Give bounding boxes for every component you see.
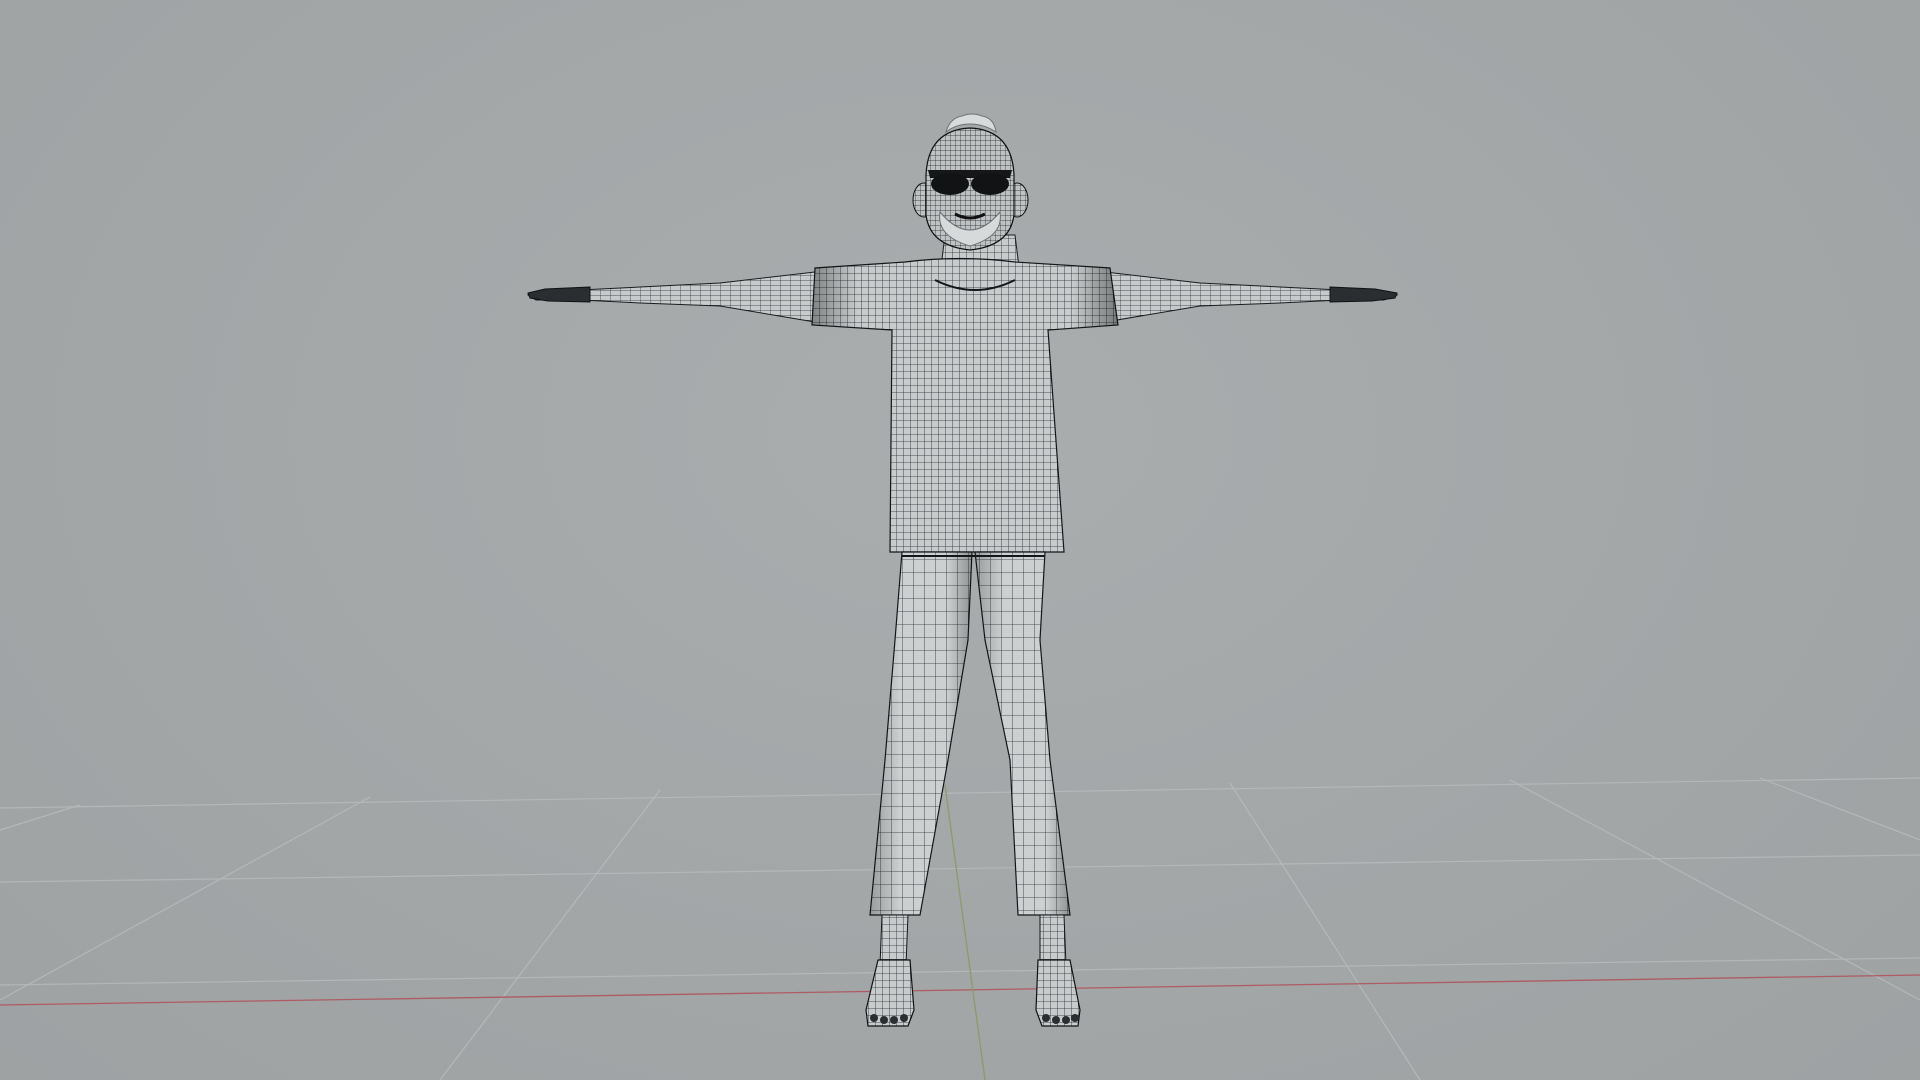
left-ankle-mesh[interactable]	[1039, 914, 1067, 966]
pants-left-shading	[975, 552, 1070, 915]
floor-grid	[0, 777, 1920, 1080]
right-ankle-mesh[interactable]	[879, 914, 909, 966]
3d-viewport[interactable]	[0, 0, 1920, 1080]
character-model[interactable]	[526, 113, 1399, 1027]
viewport-canvas[interactable]	[0, 0, 1920, 1080]
t-shirt-shading	[812, 258, 1118, 552]
x-axis-line	[0, 974, 1920, 1006]
y-axis-line	[944, 784, 986, 1080]
left-hand-mesh[interactable]	[1329, 286, 1398, 303]
pants-right-shading	[870, 552, 972, 915]
